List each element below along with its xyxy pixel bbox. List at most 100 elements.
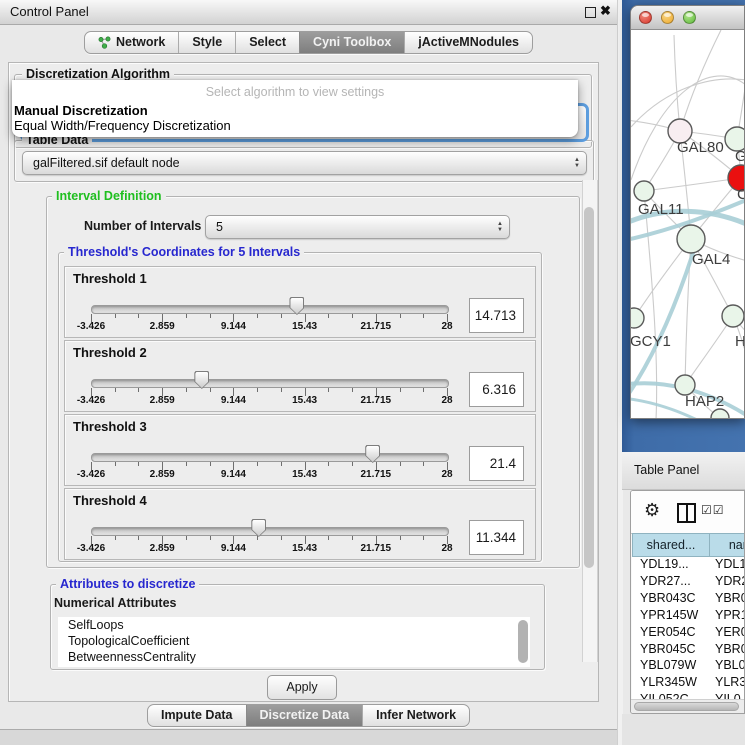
cell-shared-name[interactable]: YBL079W: [632, 658, 710, 675]
column-header-name[interactable]: name: [710, 533, 745, 557]
column-header-shared-name[interactable]: shared...: [632, 533, 710, 557]
minimize-traffic-light-icon[interactable]: [661, 11, 674, 24]
slider-tick: [400, 462, 401, 466]
cell-name[interactable]: YLR3: [710, 675, 745, 692]
threshold-label: Threshold 1: [73, 271, 147, 286]
threshold-value-field[interactable]: 6.316: [469, 372, 524, 407]
table-row[interactable]: YBL079WYBL0: [632, 658, 745, 675]
slider-tick: [400, 536, 401, 540]
algorithm-option[interactable]: Manual Discretization: [12, 103, 578, 118]
threshold-value-field[interactable]: 21.4: [469, 446, 524, 481]
slider-tick-label: 2.859: [132, 469, 192, 480]
slider-tick: [257, 536, 258, 540]
cell-name[interactable]: YBL0: [710, 658, 745, 675]
cell-name[interactable]: YDR2: [710, 574, 745, 591]
slider-track[interactable]: [91, 453, 449, 462]
slider-tick-label: 28: [417, 321, 477, 332]
slider-tick: [257, 314, 258, 318]
cell-name[interactable]: YPR1: [710, 608, 745, 625]
attribute-list-item[interactable]: SelfLoops: [58, 617, 530, 633]
cell-name[interactable]: YDL1: [710, 557, 745, 574]
tab-discretize-data[interactable]: Discretize Data: [246, 705, 363, 726]
attributes-to-discretize-label: Attributes to discretize: [56, 577, 199, 591]
slider-tick-label: 21.715: [346, 469, 406, 480]
tab-label: Style: [192, 35, 222, 49]
table-row[interactable]: YBR043CYBR0: [632, 591, 745, 608]
svg-text:H: H: [735, 333, 744, 350]
tab-style[interactable]: Style: [178, 32, 235, 53]
slider-tick-label: 9.144: [203, 543, 263, 554]
cell-shared-name[interactable]: YBR045C: [632, 642, 710, 659]
slider-tick: [115, 388, 116, 392]
zoom-traffic-light-icon[interactable]: [683, 11, 696, 24]
slider-track[interactable]: [91, 379, 449, 388]
slider-tick: [281, 388, 282, 392]
tab-cyni-toolbox[interactable]: Cyni Toolbox: [299, 32, 404, 53]
slider-tick: [352, 536, 353, 540]
top-tabbar: Network Style SelectCyni ToolboxjActiveMNo…: [0, 31, 617, 54]
cell-shared-name[interactable]: YBR043C: [632, 591, 710, 608]
slider-tick-label: 21.715: [346, 543, 406, 554]
combo-spinner-icon[interactable]: ▲▼: [574, 152, 580, 174]
close-icon[interactable]: ✖: [600, 3, 611, 19]
tab-select[interactable]: Select: [235, 32, 299, 53]
cell-shared-name[interactable]: YDL19...: [632, 557, 710, 574]
table-row[interactable]: YPR145WYPR1: [632, 608, 745, 625]
table-row[interactable]: YBR045CYBR0: [632, 642, 745, 659]
checkbox-icons[interactable]: ☑☑: [701, 503, 725, 517]
slider-tick-label: 15.43: [275, 469, 335, 480]
panel-scrollbar-thumb[interactable]: [584, 207, 594, 568]
apply-button[interactable]: Apply: [267, 675, 337, 700]
tab-jactivemnodules[interactable]: jActiveMNodules: [404, 32, 532, 53]
slider-tick-label: -3.426: [61, 469, 121, 480]
cell-name[interactable]: YER0: [710, 625, 745, 642]
algorithm-option[interactable]: Equal Width/Frequency Discretization: [12, 118, 578, 133]
tab-infer-network[interactable]: Infer Network: [362, 705, 469, 726]
table-row[interactable]: YDL19...YDL1: [632, 557, 745, 574]
slider-tick: [328, 536, 329, 540]
network-window-titlebar[interactable]: [631, 6, 744, 30]
slider-tick: [210, 388, 211, 392]
table-horizontal-scrollbar[interactable]: [631, 699, 744, 713]
cell-name[interactable]: YBR0: [710, 591, 745, 608]
table-row[interactable]: YDR27...YDR2: [632, 574, 745, 591]
slider-tick: [328, 314, 329, 318]
slider-track[interactable]: [91, 305, 449, 314]
threshold-label: Threshold 2: [73, 345, 147, 360]
slider-tick: [186, 314, 187, 318]
cell-shared-name[interactable]: YDR27...: [632, 574, 710, 591]
tab-network[interactable]: Network: [85, 32, 178, 53]
numerical-attributes-label: Numerical Attributes: [54, 596, 176, 610]
tab-impute-data[interactable]: Impute Data: [148, 705, 246, 726]
slider-tick-label: 2.859: [132, 543, 192, 554]
network-view-window[interactable]: GAL80GALCGAL11GAL4GCY1HHAP2: [630, 5, 745, 419]
slider-tick: [281, 536, 282, 540]
cell-shared-name[interactable]: YER054C: [632, 625, 710, 642]
table-data-combobox[interactable]: galFiltered.sif default node ▲▼: [22, 151, 587, 175]
numerical-attributes-list[interactable]: SelfLoopsTopologicalCoefficientBetweenne…: [58, 617, 530, 667]
slider-track[interactable]: [91, 527, 449, 536]
threshold-value-field[interactable]: 14.713: [469, 298, 524, 333]
table-row[interactable]: YER054CYER0: [632, 625, 745, 642]
cell-shared-name[interactable]: YLR345W: [632, 675, 710, 692]
bottom-tabbar: Impute DataDiscretize DataInfer Network: [0, 704, 617, 727]
cell-shared-name[interactable]: YPR145W: [632, 608, 710, 625]
combo-spinner-icon[interactable]: ▲▼: [497, 216, 503, 238]
attribute-list-item[interactable]: BetweennessCentrality: [58, 649, 530, 665]
float-window-icon[interactable]: [585, 7, 596, 18]
close-traffic-light-icon[interactable]: [639, 11, 652, 24]
threshold-value-field[interactable]: 11.344: [469, 520, 524, 555]
table-row[interactable]: YLR345WYLR3: [632, 675, 745, 692]
attributes-list-scrollbar[interactable]: [518, 620, 528, 663]
algorithm-prompt-option[interactable]: Select algorithm to view settings: [12, 80, 578, 103]
gear-icon[interactable]: ⚙: [644, 500, 660, 521]
threshold-row: Threshold 2-3.4262.8599.14415.4321.71528…: [64, 340, 536, 412]
threshold-row: Threshold 1-3.4262.8599.14415.4321.71528…: [64, 266, 536, 338]
number-of-intervals-combobox[interactable]: 5 ▲▼: [205, 215, 510, 239]
cell-name[interactable]: YBR0: [710, 642, 745, 659]
network-canvas[interactable]: GAL80GALCGAL11GAL4GCY1HHAP2: [631, 30, 744, 418]
attribute-list-item[interactable]: TopologicalCoefficient: [58, 633, 530, 649]
slider-tick: [138, 388, 139, 392]
slider-tick: [210, 536, 211, 540]
column-view-icon[interactable]: [677, 503, 696, 523]
